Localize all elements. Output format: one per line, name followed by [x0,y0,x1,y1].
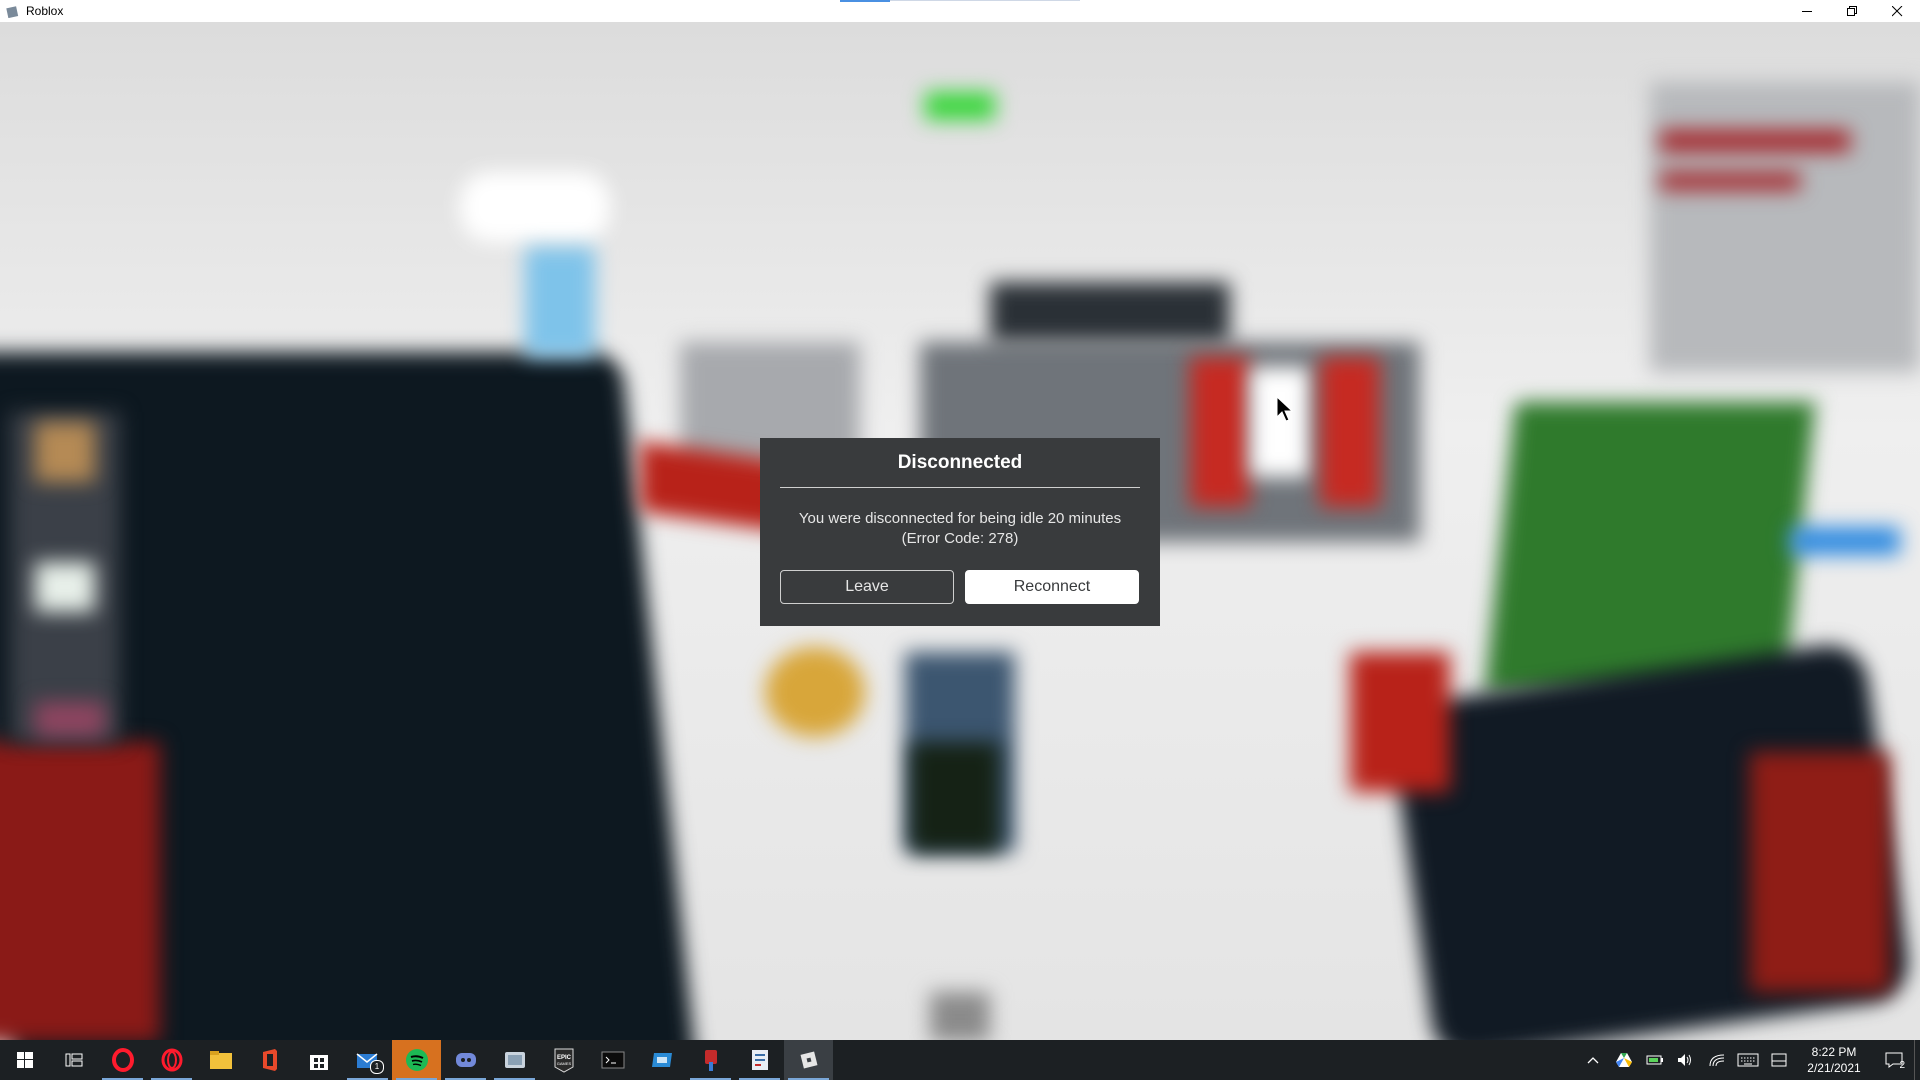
leave-button[interactable]: Leave [780,570,954,604]
taskbar-discord[interactable] [441,1040,490,1080]
dialog-title: Disconnected [897,452,1023,473]
roblox-icon [800,1051,817,1069]
minimize-button[interactable] [1785,0,1830,22]
file-explorer-icon [209,1051,232,1069]
taskbar-microsoft-store[interactable] [294,1040,343,1080]
volume-icon [1677,1054,1691,1066]
discord-icon [455,1053,476,1067]
reconnect-button[interactable]: Reconnect [965,570,1139,604]
battery-icon [1646,1055,1663,1065]
wifi-icon [1709,1054,1724,1067]
taskbar-app-2[interactable] [637,1040,686,1080]
scene-green-wall [1484,402,1816,692]
notification-count: 2 [1899,1060,1905,1071]
taskbar-terminal[interactable] [588,1040,637,1080]
scene-bottom-gray [930,992,990,1040]
scene-red-pillar-2 [1320,357,1380,507]
show-desktop-button[interactable] [1914,1040,1920,1080]
opera-gx-icon [111,1048,134,1072]
loading-track [890,0,1080,1]
close-icon [1892,5,1903,16]
restore-icon [1847,5,1857,16]
scene-left-item-2 [35,562,95,612]
window-title: Roblox [26,4,64,18]
window-title-bar: Roblox [0,0,1920,22]
epic-games-icon: EPICGAMES [554,1048,573,1073]
tray-battery[interactable] [1639,1040,1670,1080]
dialog-message: You were disconnected for being idle 20 … [770,509,1150,549]
app-icon [504,1052,525,1068]
scene-right-panel-bar-2 [1660,172,1800,190]
start-icon [16,1052,33,1068]
windows-taskbar: 1 EPIC GAMES 8:22 PM 2/21/2021 2 [0,1040,1920,1080]
taskbar-app-3[interactable] [686,1040,735,1080]
scene-left-red [0,742,160,1040]
input-icon [1771,1053,1786,1067]
scene-right-panel [1650,82,1920,372]
dialog-divider [780,487,1140,488]
task-view-icon [65,1053,82,1067]
scene-blue-item [1790,527,1900,555]
keyboard-icon [1737,1053,1758,1067]
tray-wifi[interactable] [1701,1040,1732,1080]
app-icon-2 [651,1053,672,1067]
scene-right-red [1350,652,1450,792]
app-icon-3 [704,1050,717,1071]
clock-time: 8:22 PM [1811,1045,1857,1059]
scene-left-item-1 [35,422,95,482]
scene-coin [765,647,865,737]
scene-top-sign [990,282,1230,342]
taskbar-mail[interactable]: 1 [343,1040,392,1080]
show-hidden-icons-button[interactable] [1577,1040,1608,1080]
scene-left-item-3 [35,702,105,737]
google-drive-icon [1615,1053,1632,1067]
action-center-button[interactable]: 2 [1874,1040,1914,1080]
minimize-icon [1802,10,1812,12]
roblox-app-icon [6,6,19,18]
disconnected-dialog: Disconnected You were disconnected for b… [760,438,1160,626]
scene-right-red-2 [1750,752,1890,992]
taskbar-clock[interactable]: 8:22 PM 2/21/2021 [1794,1044,1874,1076]
office-icon [262,1049,277,1071]
tray-input[interactable] [1763,1040,1794,1080]
scene-red-pillar-1 [1190,357,1250,507]
app-icon-4 [751,1050,768,1070]
taskbar-office[interactable] [245,1040,294,1080]
taskbar-epic-games[interactable]: EPIC GAMES [539,1040,588,1080]
clock-date: 2/21/2021 [1807,1061,1861,1075]
taskbar-opera[interactable] [147,1040,196,1080]
dialog-message-line-1: You were disconnected for being idle 20 … [798,510,1122,527]
taskbar-app[interactable] [490,1040,539,1080]
taskbar-opera-gx[interactable] [98,1040,147,1080]
tray-keyboard[interactable] [1732,1040,1763,1080]
tray-google-drive[interactable] [1608,1040,1639,1080]
start-button[interactable] [0,1040,49,1080]
taskbar-app-4[interactable] [735,1040,784,1080]
mouse-cursor-icon [1276,396,1294,422]
opera-icon [161,1048,182,1072]
close-button[interactable] [1875,0,1920,22]
scene-blue-figure [525,247,595,357]
system-tray: 8:22 PM 2/21/2021 2 [1577,1040,1920,1080]
restore-button[interactable] [1830,0,1875,22]
scene-green-label [925,92,995,120]
svg-text:GAMES: GAMES [556,1061,571,1066]
microsoft-store-icon [309,1055,328,1070]
chevron-up-icon [1587,1057,1598,1064]
mail-badge: 1 [370,1060,384,1074]
scene-top-white [460,172,610,242]
dialog-error-code: (Error Code: 278) [901,530,1019,547]
tray-volume[interactable] [1670,1040,1701,1080]
scene-white-door [1250,367,1310,477]
taskbar-spotify[interactable] [392,1040,441,1080]
scene-right-panel-bar-1 [1660,130,1850,152]
scene-character-legs [910,742,1000,852]
task-view-button[interactable] [49,1040,98,1080]
loading-indicator [840,0,890,2]
taskbar-roblox[interactable] [784,1040,833,1080]
taskbar-file-explorer[interactable] [196,1040,245,1080]
terminal-icon [601,1051,624,1069]
spotify-icon [405,1049,428,1071]
